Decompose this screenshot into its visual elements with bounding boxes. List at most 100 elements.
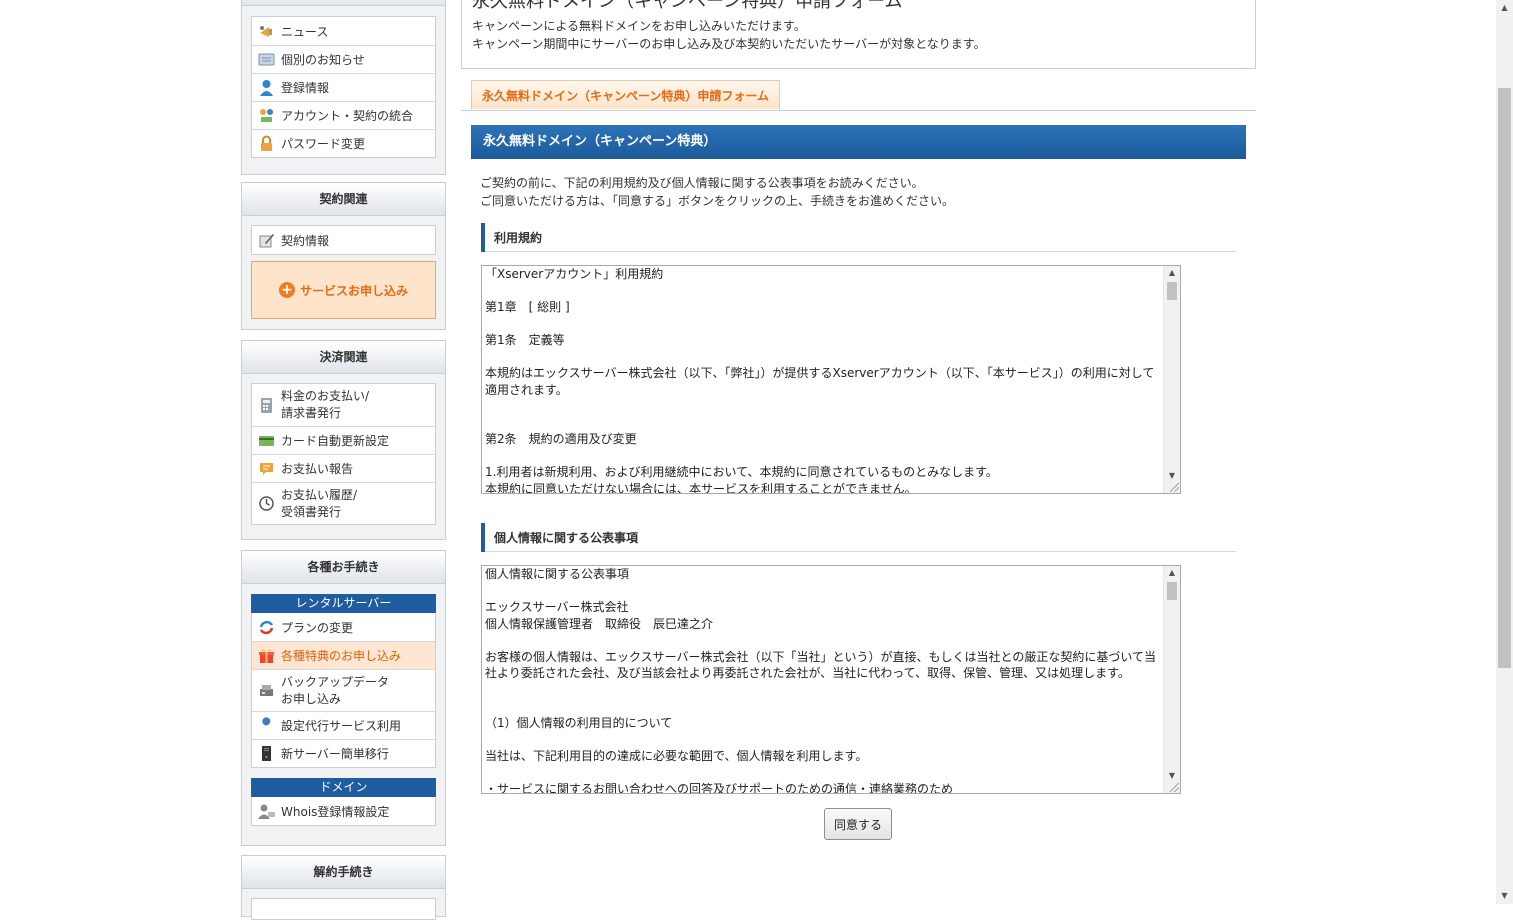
calculator-icon xyxy=(258,397,275,414)
resize-grip-icon[interactable] xyxy=(1170,783,1179,792)
text-line: 第1条 定義等 xyxy=(485,333,565,347)
scroll-up-icon[interactable]: ▲ xyxy=(1164,566,1180,580)
agree-button[interactable]: 同意する xyxy=(824,808,892,840)
procedures-menu-header: 各種お手続き xyxy=(242,551,445,584)
sidebar-item-label: 個別のお知らせ xyxy=(281,53,365,67)
terms-scrollbar[interactable]: ▲ ▼ xyxy=(1163,266,1180,493)
credit-card-icon xyxy=(258,432,275,449)
page-scroll-thumb[interactable] xyxy=(1498,88,1511,668)
wrench-icon xyxy=(258,717,275,734)
description-line: ご同意いただける方は、「同意する」ボタンをクリックの上、手続きをお進めください。 xyxy=(480,194,955,208)
scroll-down-icon[interactable]: ▼ xyxy=(1164,469,1180,483)
cancel-menu-list xyxy=(251,898,436,920)
whois-user-icon xyxy=(258,803,275,820)
text-line xyxy=(485,415,1165,432)
sidebar-item-payment-history[interactable]: お支払い履歴/受領書発行 xyxy=(252,482,435,524)
sidebar-item-whois[interactable]: Whois登録情報設定 xyxy=(252,797,435,825)
plus-circle-icon: + xyxy=(278,282,295,298)
message-icon xyxy=(258,51,275,68)
sidebar-item-label: 契約情報 xyxy=(281,233,330,248)
scroll-thumb[interactable] xyxy=(1167,582,1177,600)
text-line: 個人情報保護管理者 取締役 辰巳達之介 xyxy=(485,616,714,631)
lock-icon xyxy=(258,135,275,152)
intro-box: 永久無料ドメイン（キャンペーン特典）申請フォーム キャンペーンによる無料ドメイン… xyxy=(461,0,1256,69)
sidebar-item-label: Whois登録情報設定 xyxy=(281,804,390,819)
report-icon xyxy=(258,460,275,477)
text-line xyxy=(485,316,1165,333)
rental-server-list: プランの変更 各種特典のお申し込み バックアップデータ お申し込み 設定代行サー… xyxy=(251,613,436,768)
account-menu-list: ニュース 個別のお知らせ 登録情報 アカウント・契約の統合 パスワード変更 xyxy=(251,16,436,158)
sidebar-item-payment-report[interactable]: お支払い報告 xyxy=(252,454,435,482)
sidebar-item-payment-invoice[interactable]: 料金のお支払い/請求書発行 xyxy=(252,384,435,426)
domain-section: ドメイン Whois登録情報設定 xyxy=(251,778,436,826)
page-scrollbar[interactable]: ▲ ▼ xyxy=(1496,0,1513,904)
domain-list: Whois登録情報設定 xyxy=(251,797,436,826)
text-line xyxy=(485,698,1165,715)
text-line xyxy=(485,283,1165,300)
plan-change-icon xyxy=(258,619,275,636)
server-icon xyxy=(258,745,275,762)
sidebar-item-individual-notice[interactable]: 個別のお知らせ xyxy=(252,45,435,73)
resize-grip-icon[interactable] xyxy=(1170,483,1179,492)
description-line: ご契約の前に、下記の利用規約及び個人情報に関する公表事項をお読みください。 xyxy=(480,176,924,190)
backup-icon xyxy=(258,682,275,699)
sidebar-item-label: バックアップデータ お申し込み xyxy=(281,674,390,706)
service-apply-button[interactable]: + サービスお申し込み xyxy=(251,261,436,319)
sidebar-item-server-migration[interactable]: 新サーバー簡単移行 xyxy=(252,739,435,767)
account-menu-header xyxy=(242,0,445,6)
sidebar-item-account-merge[interactable]: アカウント・契約の統合 xyxy=(252,101,435,129)
user-icon xyxy=(258,79,275,96)
scroll-down-icon[interactable]: ▼ xyxy=(1164,769,1180,783)
text-line xyxy=(485,583,1165,600)
text-line: 本規約に同意いただけない場合には、本サービスを利用することができません。 xyxy=(485,481,917,494)
text-line: 「Xserverアカウント」利用規約 xyxy=(485,267,664,281)
tab-free-domain-form[interactable]: 永久無料ドメイン（キャンペーン特典）申請フォーム xyxy=(471,80,781,110)
rental-server-section: レンタルサーバー プランの変更 各種特典のお申し込み バックアップデータ お申し… xyxy=(251,594,436,768)
terms-text: 「Xserverアカウント」利用規約 第1章 [ 総則 ] 第1条 定義等 本規… xyxy=(485,266,1165,494)
domain-header: ドメイン xyxy=(251,778,436,797)
text-line xyxy=(485,632,1165,649)
sidebar-item-label: 登録情報 xyxy=(281,81,330,95)
cancel-menu-header: 解約手続き xyxy=(242,856,445,889)
contract-pen-icon xyxy=(258,232,275,249)
tab-bar: 永久無料ドメイン（キャンペーン特典）申請フォーム xyxy=(461,80,1256,111)
scroll-thumb[interactable] xyxy=(1167,282,1177,300)
text-line: 当社は、下記利用目的の達成に必要な範囲で、個人情報を利用します。 xyxy=(485,748,868,763)
sidebar-item-label: 設定代行サービス利用 xyxy=(281,719,402,733)
scroll-up-icon[interactable]: ▲ xyxy=(1496,0,1513,16)
procedures-menu-box: 各種お手続き レンタルサーバー プランの変更 各種特典のお申し込み バックアップ… xyxy=(241,550,446,846)
scroll-down-icon[interactable]: ▼ xyxy=(1496,888,1513,904)
text-line: エックスサーバー株式会社 xyxy=(485,600,629,614)
intro-line: キャンペーン期間中にサーバーのお申し込み及び本契約いただいたサーバーが対象となり… xyxy=(472,37,986,51)
text-line xyxy=(485,764,1165,781)
sidebar-item-label: 新サーバー簡単移行 xyxy=(281,747,389,761)
sidebar-item-contract-info[interactable]: 契約情報 xyxy=(252,226,435,254)
scroll-up-icon[interactable]: ▲ xyxy=(1164,266,1180,280)
sidebar-item-news[interactable]: ニュース xyxy=(252,17,435,45)
cancel-menu-box: 解約手続き xyxy=(241,855,446,920)
text-line: 第1章 [ 総則 ] xyxy=(485,300,570,314)
text-line: お客様の個人情報は、エックスサーバー株式会社（以下「当社」という）が直接、もしく… xyxy=(485,649,1157,681)
text-line: 本規約はエックスサーバー株式会社（以下、「弊社」）が提供するXserverアカウ… xyxy=(485,366,1155,397)
sidebar-item-plan-change[interactable]: プランの変更 xyxy=(252,613,435,641)
sidebar-item-backup-data[interactable]: バックアップデータ お申し込み xyxy=(252,669,435,711)
sidebar-item-setup-service[interactable]: 設定代行サービス利用 xyxy=(252,711,435,739)
sidebar-item-label: パスワード変更 xyxy=(281,137,366,151)
sidebar-item-password-change[interactable]: パスワード変更 xyxy=(252,129,435,157)
privacy-scrollbar[interactable]: ▲ ▼ xyxy=(1163,566,1180,793)
terms-textarea[interactable]: 「Xserverアカウント」利用規約 第1章 [ 総則 ] 第1条 定義等 本規… xyxy=(481,265,1181,494)
text-line: （1）個人情報の利用目的について xyxy=(485,715,673,730)
text-line xyxy=(485,398,1165,415)
sidebar-item-label: 各種特典のお申し込み xyxy=(281,649,402,663)
clock-icon xyxy=(258,495,275,512)
sidebar-item-benefit-apply[interactable]: 各種特典のお申し込み xyxy=(252,641,435,669)
text-line: ・サービスに関するお問い合わせへの回答及びサポートのための通信・連絡業務のため xyxy=(485,781,954,794)
privacy-textarea[interactable]: 個人情報に関する公表事項 エックスサーバー株式会社 個人情報保護管理者 取締役 辰… xyxy=(481,565,1181,794)
sidebar-item-card-auto-renewal[interactable]: カード自動更新設定 xyxy=(252,426,435,454)
contract-menu-list: 契約情報 xyxy=(251,225,436,255)
news-megaphone-icon xyxy=(258,23,275,40)
sidebar-item-registration-info[interactable]: 登録情報 xyxy=(252,73,435,101)
privacy-heading: 個人情報に関する公表事項 xyxy=(481,523,1236,552)
sidebar-item-label: ニュース xyxy=(281,24,329,39)
sidebar-item-label: 料金のお支払い/請求書発行 xyxy=(281,389,370,420)
